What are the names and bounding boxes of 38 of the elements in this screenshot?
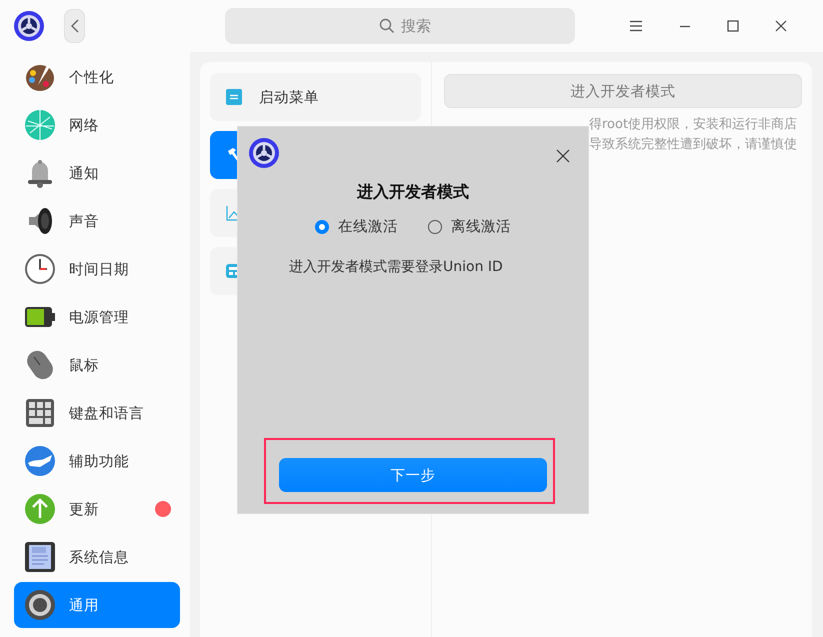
description-text: 得root使用权限，安装和运行非商店 (589, 117, 798, 133)
search-field[interactable]: 搜索 (225, 8, 575, 44)
submenu-item[interactable]: 启动菜单 (210, 73, 421, 121)
sidebar-item[interactable]: 通知 (14, 150, 180, 196)
sidebar-item[interactable]: 通用 (14, 582, 180, 628)
settings-logo-icon (248, 137, 280, 169)
close-icon[interactable] (556, 149, 570, 163)
chevron-left-icon (70, 19, 80, 33)
menu-icon[interactable] (629, 20, 643, 32)
keyboard-icon (24, 397, 56, 429)
sidebar-item[interactable]: 鼠标 (14, 342, 180, 388)
settings-logo-icon (13, 10, 45, 42)
description-text: 导致系统完整性遭到破坏，请谨慎使 (589, 137, 797, 153)
sidebar-item[interactable]: 电源管理 (14, 294, 180, 340)
back-button[interactable] (64, 9, 85, 43)
sidebar-item[interactable]: 更新 (14, 486, 180, 532)
sidebar-item[interactable]: 网络 (14, 102, 180, 148)
developer-mode-button[interactable]: 进入开发者模式 (444, 74, 802, 108)
search-icon (379, 18, 395, 34)
close-icon[interactable] (775, 20, 787, 32)
dialog-title: 进入开发者模式 (356, 182, 470, 203)
gear-icon (24, 589, 56, 621)
sidebar-item[interactable]: 时间日期 (14, 246, 180, 292)
menu-list-icon (226, 89, 242, 105)
sidebar-item[interactable]: 系统信息 (14, 534, 180, 580)
sidebar-item[interactable]: 个性化 (14, 54, 180, 100)
sidebar-item[interactable]: 键盘和语言 (14, 390, 180, 436)
radio-option[interactable]: 离线激活 (428, 217, 511, 236)
hand-icon (24, 445, 56, 477)
radio-option[interactable]: 在线激活 (315, 217, 398, 236)
dialog-message: 进入开发者模式需要登录Union ID (288, 258, 504, 276)
sidebar-item[interactable]: 声音 (14, 198, 180, 244)
info-screen-icon (24, 541, 56, 573)
sidebar-item[interactable]: 辅助功能 (14, 438, 180, 484)
globe-icon (24, 109, 56, 141)
clock-icon (24, 253, 56, 285)
next-button[interactable]: 下一步 (279, 458, 547, 492)
maximize-icon[interactable] (727, 20, 739, 32)
